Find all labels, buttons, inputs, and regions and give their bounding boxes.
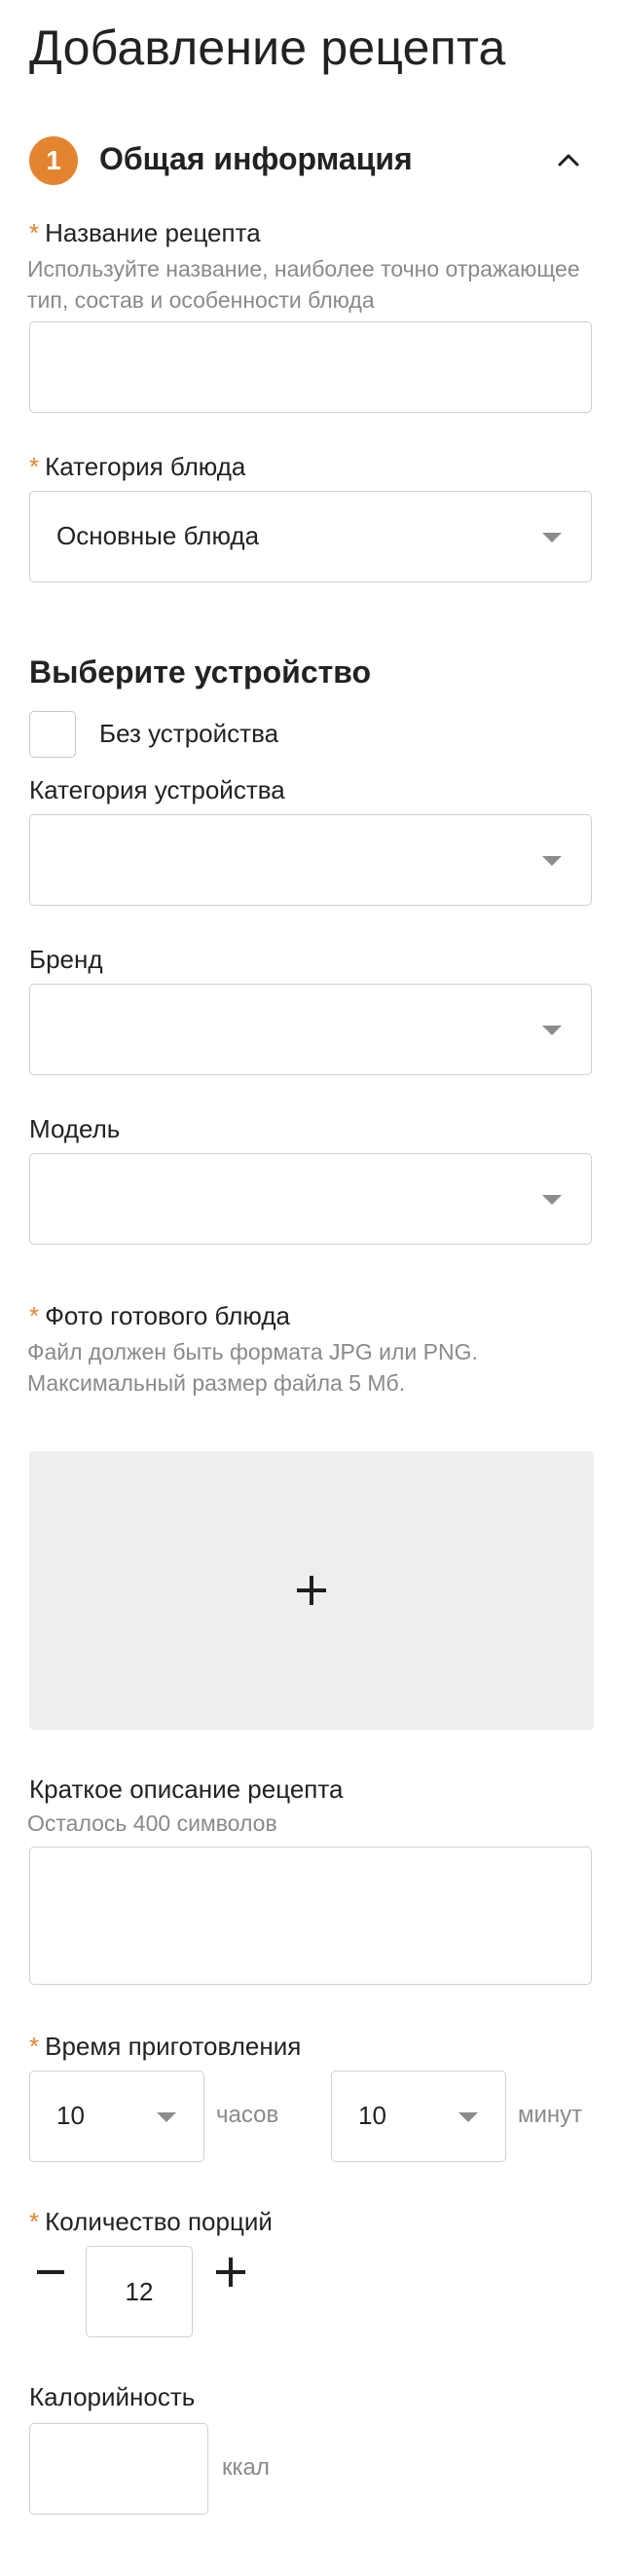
photo-label: * Фото готового блюда xyxy=(29,1301,290,1331)
chevron-up-icon[interactable] xyxy=(557,148,580,171)
device-category-select[interactable] xyxy=(29,814,592,906)
hours-unit: часов xyxy=(216,2102,279,2128)
dish-category-label-text: Категория блюда xyxy=(45,452,246,481)
model-label: Модель xyxy=(29,1114,121,1143)
minutes-unit: минут xyxy=(518,2102,583,2128)
recipe-name-label: * Название рецепта xyxy=(29,218,261,248)
section-title: Общая информация xyxy=(99,141,413,176)
required-mark: * xyxy=(29,452,40,481)
minus-icon[interactable] xyxy=(27,2248,76,2296)
servings-label: * Количество порций xyxy=(29,2207,273,2237)
photo-hint: Файл должен быть формата JPG или PNG. Ма… xyxy=(27,1339,478,1396)
cook-time-label: * Время приготовления xyxy=(29,2032,301,2062)
caret-down-icon xyxy=(542,856,562,866)
recipe-name-label-text: Название рецепта xyxy=(45,218,261,247)
section-header-general-info[interactable]: 1 Общая информация xyxy=(29,134,594,187)
dish-category-label: * Категория блюда xyxy=(29,452,245,482)
plus-icon xyxy=(297,1576,326,1605)
brand-select[interactable] xyxy=(29,984,592,1075)
brand-label: Бренд xyxy=(29,945,103,974)
step-badge: 1 xyxy=(29,136,78,185)
required-mark: * xyxy=(29,2207,40,2236)
required-mark: * xyxy=(29,1301,40,1330)
no-device-checkbox[interactable] xyxy=(29,711,76,758)
cook-minutes-value: 10 xyxy=(358,2101,386,2130)
dish-category-select[interactable]: Основные блюда xyxy=(29,491,592,582)
servings-value[interactable]: 12 xyxy=(86,2246,193,2337)
cook-hours-value: 10 xyxy=(56,2101,85,2130)
no-device-label[interactable]: Без устройства xyxy=(99,719,278,749)
cook-time-label-text: Время приготовления xyxy=(45,2032,302,2061)
page-title: Добавление рецепта xyxy=(29,20,506,75)
caret-down-icon xyxy=(542,1026,562,1035)
description-textarea[interactable] xyxy=(29,1847,592,1985)
photo-label-text: Фото готового блюда xyxy=(45,1301,290,1330)
description-hint: Осталось 400 символов xyxy=(27,1811,277,1836)
recipe-name-hint: Используйте название, наиболее точно отр… xyxy=(27,256,580,313)
dish-category-selected: Основные блюда xyxy=(56,521,260,550)
required-mark: * xyxy=(29,218,40,247)
calories-label: Калорийность xyxy=(29,2382,196,2411)
recipe-name-input[interactable] xyxy=(29,321,592,413)
calories-input[interactable] xyxy=(29,2423,208,2515)
cook-hours-select[interactable]: 10 xyxy=(29,2071,204,2162)
caret-down-icon xyxy=(458,2112,478,2122)
caret-down-icon xyxy=(542,1195,562,1205)
model-select[interactable] xyxy=(29,1153,592,1245)
required-mark: * xyxy=(29,2032,40,2061)
caret-down-icon xyxy=(542,533,562,542)
calories-unit: ккал xyxy=(222,2454,270,2481)
device-heading: Выберите устройство xyxy=(29,654,372,690)
servings-label-text: Количество порций xyxy=(45,2207,273,2236)
cook-minutes-select[interactable]: 10 xyxy=(331,2071,506,2162)
plus-icon[interactable] xyxy=(206,2248,255,2296)
photo-upload-area[interactable] xyxy=(29,1451,594,1730)
description-label: Краткое описание рецепта xyxy=(29,1774,344,1804)
device-category-label: Категория устройства xyxy=(29,775,285,804)
caret-down-icon xyxy=(157,2112,176,2122)
